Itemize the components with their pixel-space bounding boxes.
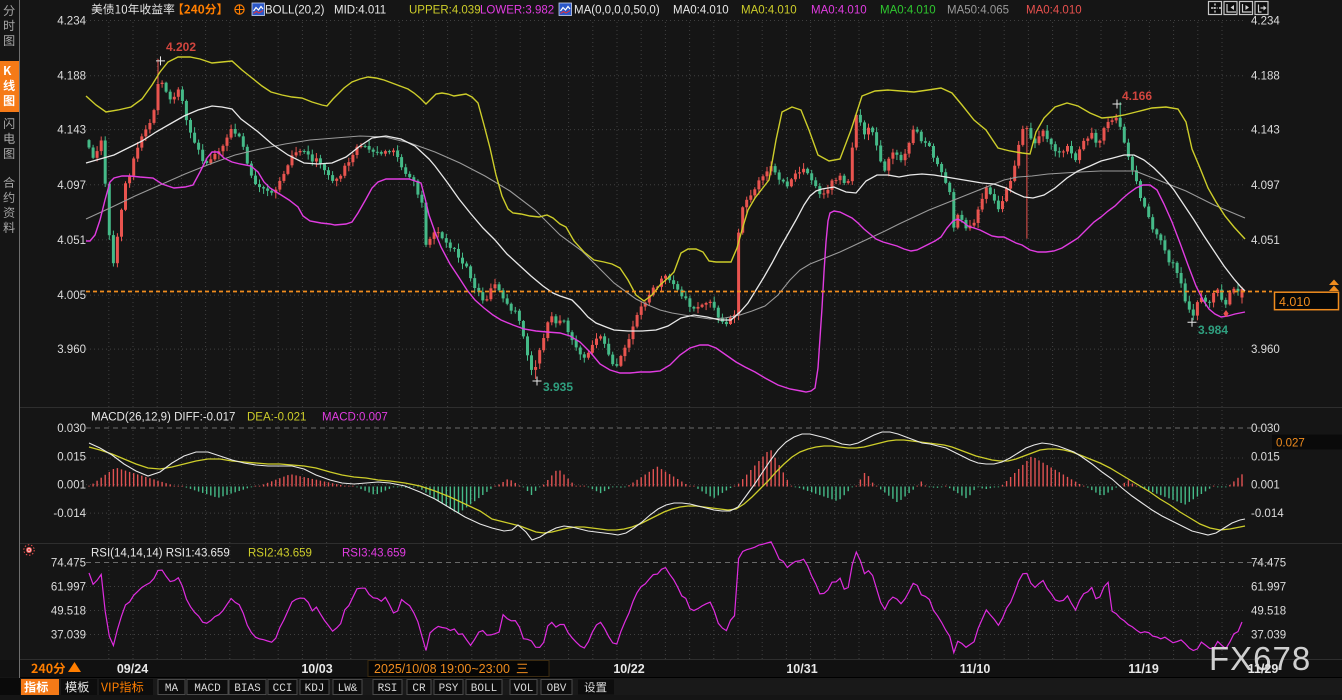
- svg-text:LOWER:3.982: LOWER:3.982: [480, 5, 554, 17]
- svg-text:0.030: 0.030: [1251, 423, 1280, 435]
- svg-text:PSY: PSY: [439, 683, 459, 695]
- svg-text:4.051: 4.051: [1251, 235, 1280, 247]
- svg-text:4.202: 4.202: [166, 40, 196, 54]
- svg-text:RSI(14,14,14) RSI1:43.659: RSI(14,14,14) RSI1:43.659: [91, 548, 230, 560]
- svg-text:4.166: 4.166: [1122, 89, 1152, 103]
- svg-text:BOLL: BOLL: [471, 683, 497, 695]
- svg-text:4.143: 4.143: [1251, 125, 1280, 137]
- svg-text:3.960: 3.960: [57, 344, 86, 356]
- svg-text:4.097: 4.097: [1251, 180, 1280, 192]
- svg-text:37.039: 37.039: [51, 630, 86, 642]
- svg-text:4.005: 4.005: [57, 290, 86, 302]
- svg-text:MA0:4.010: MA0:4.010: [811, 5, 867, 17]
- svg-text:MA0:4.010: MA0:4.010: [673, 5, 729, 17]
- svg-text:49.518: 49.518: [51, 606, 86, 618]
- svg-text:10/03: 10/03: [301, 662, 332, 676]
- svg-text:MA: MA: [165, 683, 179, 695]
- svg-text:0.030: 0.030: [57, 423, 86, 435]
- svg-text:BOLL(20,2): BOLL(20,2): [265, 5, 325, 17]
- svg-text:10/31: 10/31: [786, 662, 817, 676]
- svg-text:MACD:0.007: MACD:0.007: [322, 412, 388, 424]
- svg-text:CCI: CCI: [273, 683, 293, 695]
- svg-text:-0.014: -0.014: [1251, 508, 1284, 520]
- svg-text:10/22: 10/22: [613, 662, 644, 676]
- svg-text:RSI2:43.659: RSI2:43.659: [248, 548, 312, 560]
- svg-text:RSI: RSI: [378, 683, 398, 695]
- svg-text:4.188: 4.188: [57, 71, 86, 83]
- svg-text:4.143: 4.143: [57, 125, 86, 137]
- svg-text:0.015: 0.015: [1251, 451, 1280, 463]
- svg-text:61.997: 61.997: [51, 582, 86, 594]
- svg-text:BIAS: BIAS: [234, 683, 261, 695]
- svg-text:MA0:4.010: MA0:4.010: [1026, 5, 1082, 17]
- svg-text:4.097: 4.097: [57, 180, 86, 192]
- svg-text:CR: CR: [412, 683, 426, 695]
- svg-text:74.475: 74.475: [51, 558, 86, 570]
- svg-text:4.234: 4.234: [1251, 16, 1280, 28]
- svg-text:4.234: 4.234: [57, 16, 86, 28]
- svg-text:3.935: 3.935: [543, 380, 573, 394]
- svg-text:FX678: FX678: [1209, 640, 1311, 677]
- svg-text:2025/10/08 19:00~23:00: 2025/10/08 19:00~23:00: [374, 662, 510, 676]
- svg-text:11/19: 11/19: [1128, 662, 1159, 676]
- svg-text:MACD(26,12,9) DIFF:-0.017: MACD(26,12,9) DIFF:-0.017: [91, 412, 235, 424]
- svg-text:74.475: 74.475: [1251, 558, 1286, 570]
- svg-text:3.960: 3.960: [1251, 344, 1280, 356]
- svg-text:4.010: 4.010: [1279, 295, 1310, 309]
- svg-text:3.984: 3.984: [1198, 323, 1228, 337]
- svg-text:11/10: 11/10: [960, 662, 991, 676]
- svg-text:MA0:4.010: MA0:4.010: [880, 5, 936, 17]
- svg-text:49.518: 49.518: [1251, 606, 1286, 618]
- svg-text:MA(0,0,0,0,50,0): MA(0,0,0,0,50,0): [574, 5, 660, 17]
- svg-text:VOL: VOL: [514, 683, 534, 695]
- svg-text:KDJ: KDJ: [305, 683, 325, 695]
- svg-text:4.188: 4.188: [1251, 71, 1280, 83]
- svg-text:0.027: 0.027: [1276, 438, 1305, 450]
- svg-text:61.997: 61.997: [1251, 582, 1286, 594]
- svg-text:0.015: 0.015: [57, 451, 86, 463]
- svg-text:MA50:4.065: MA50:4.065: [947, 5, 1009, 17]
- svg-text:0.001: 0.001: [57, 480, 86, 492]
- svg-text:MA0:4.010: MA0:4.010: [741, 5, 797, 17]
- svg-text:09/24: 09/24: [117, 662, 148, 676]
- svg-text:RSI3:43.659: RSI3:43.659: [342, 548, 406, 560]
- svg-text:4.051: 4.051: [57, 235, 86, 247]
- svg-text:LW&: LW&: [338, 683, 358, 695]
- svg-text:MID:4.011: MID:4.011: [334, 5, 386, 17]
- svg-text:UPPER:4.039: UPPER:4.039: [409, 5, 481, 17]
- svg-text:OBV: OBV: [547, 683, 567, 695]
- svg-text:DEA:-0.021: DEA:-0.021: [247, 412, 306, 424]
- svg-text:MACD: MACD: [194, 683, 221, 695]
- svg-text:0.001: 0.001: [1251, 480, 1280, 492]
- svg-text:-0.014: -0.014: [53, 508, 86, 520]
